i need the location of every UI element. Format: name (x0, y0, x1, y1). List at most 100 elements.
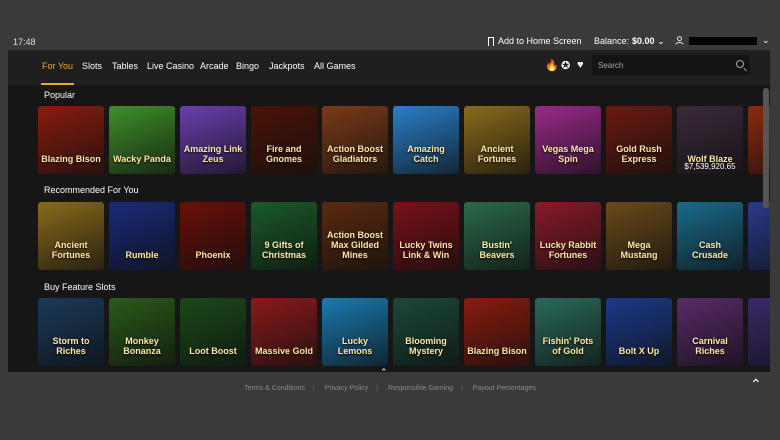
balance-value: $0.00 (632, 36, 655, 46)
search-input[interactable] (598, 59, 718, 71)
user-icon (675, 36, 684, 45)
user-menu[interactable]: ⌄ (675, 35, 770, 46)
add-to-home-screen-label: Add to Home Screen (498, 36, 582, 46)
game-title: Amazing Link Zeus (183, 144, 243, 164)
game-tile[interactable]: Carnival Riches (677, 298, 743, 366)
game-title: Blazing Bison (41, 154, 101, 164)
game-title: Action Boost Gladiators (327, 144, 383, 164)
game-title: Bustin' Beavers (479, 240, 515, 260)
game-tile[interactable]: Bustin' Beavers (464, 202, 530, 270)
game-tile[interactable]: Mega Mustang (606, 202, 672, 270)
game-row-buy-feature: Storm to Riches Monkey Bonanza Loot Boost M… (38, 298, 770, 366)
game-title: 9 Gifts of Christmas (261, 240, 306, 260)
game-tile[interactable]: Action Boost Gladiators (322, 106, 388, 174)
flame-icon[interactable]: 🔥 (545, 59, 559, 72)
game-title: Rumble (125, 250, 159, 260)
game-title: Ca (751, 346, 770, 356)
footer-link-privacy[interactable]: Privacy Policy (325, 385, 369, 392)
game-tile[interactable]: Loot Boost (180, 298, 246, 366)
game-tile[interactable]: Wolf Blaze $7,539,920.65 (677, 106, 743, 174)
game-tile[interactable]: Amazing Catch (393, 106, 459, 174)
badge-icon[interactable]: ✪ (561, 59, 570, 72)
game-tile[interactable]: Rumble (109, 202, 175, 270)
game-tile[interactable]: Blazing Bison (464, 298, 530, 366)
game-title: Blazing Bison (467, 346, 527, 356)
balance-dropdown[interactable]: Balance: $0.00 ⌄ (594, 36, 665, 47)
game-tile[interactable] (748, 202, 770, 270)
game-tile[interactable]: Massive Gold (251, 298, 317, 366)
game-row-popular: Blazing Bison Wacky Panda Amazing Link Zeu… (38, 106, 770, 174)
game-tile[interactable]: Action Boost Max Gilded Mines (322, 202, 388, 270)
game-tile[interactable]: Storm to Riches (38, 298, 104, 366)
tab-live-casino[interactable]: Live Casino (147, 61, 194, 71)
tab-slots[interactable]: Slots (82, 61, 102, 71)
game-title: Storm to Riches (52, 336, 90, 356)
game-tile[interactable]: Lucky Rabbit Fortunes (535, 202, 601, 270)
status-time: 17:48 (13, 37, 36, 47)
scrollbar-thumb[interactable] (763, 88, 769, 208)
game-title: Lucky Twins Link & Win (399, 240, 453, 260)
footer-link-payout[interactable]: Payout Percentages (473, 385, 536, 392)
collapse-chevron-icon[interactable]: ⌃ (380, 367, 388, 378)
game-title: Carnival Riches (692, 336, 728, 356)
game-tile[interactable]: 9 Gifts of Christmas (251, 202, 317, 270)
game-title: Vegas Mega Spin (542, 144, 594, 164)
section-title-buy-feature: Buy Feature Slots (44, 282, 116, 292)
game-title: Gold Rush Express (616, 144, 662, 164)
redacted-username (689, 36, 757, 45)
game-title: Cash Crusade (691, 240, 728, 260)
game-title: Phoenix (195, 250, 231, 260)
heart-icon[interactable]: ♥ (577, 59, 584, 71)
game-tile[interactable]: Ancient Fortunes (38, 202, 104, 270)
game-tile[interactable]: Bolt X Up (606, 298, 672, 366)
search-icon[interactable] (736, 60, 744, 68)
tab-bingo[interactable]: Bingo (236, 61, 259, 71)
game-tile[interactable]: Fishin' Pots of Gold (535, 298, 601, 366)
balance-label: Balance: (594, 36, 630, 46)
game-tile[interactable]: Vegas Mega Spin (535, 106, 601, 174)
tab-all-games[interactable]: All Games (314, 61, 356, 71)
game-title: Loot Boost (189, 346, 237, 356)
tab-arcade[interactable]: Arcade (200, 61, 229, 71)
game-title: Bolt X Up (618, 346, 660, 356)
game-tile[interactable]: Lucky Lemons (322, 298, 388, 366)
game-tile[interactable]: Blooming Mystery (393, 298, 459, 366)
game-tile[interactable]: Ca (748, 298, 770, 366)
chevron-down-icon: ⌄ (657, 36, 665, 46)
game-tile[interactable]: Lucky Twins Link & Win (393, 202, 459, 270)
game-title: Fire and Gnomes (265, 144, 302, 164)
game-tile[interactable]: Gold Rush Express (606, 106, 672, 174)
game-title: Massive Gold (254, 346, 314, 356)
top-bar: 17:48 Add to Home Screen Balance: $0.00 ⌄… (0, 0, 780, 50)
back-to-top-icon[interactable]: ⌃ (750, 376, 762, 393)
tab-for-you[interactable]: For You (42, 61, 73, 71)
tab-tables[interactable]: Tables (112, 61, 138, 71)
game-tile[interactable]: Wacky Panda (109, 106, 175, 174)
jackpot-amount: $7,539,920.65 (684, 162, 736, 171)
game-tile[interactable]: Monkey Bonanza (109, 298, 175, 366)
tab-jackpots[interactable]: Jackpots (269, 61, 305, 71)
section-title-recommended: Recommended For You (44, 185, 139, 195)
footer-link-terms[interactable]: Terms & Conditions (244, 385, 305, 392)
game-tile[interactable]: Blazing Bison (38, 106, 104, 174)
game-title: Fishin' Pots of Gold (542, 336, 594, 356)
footer-separator: | (376, 385, 379, 392)
game-title: Monkey Bonanza (123, 336, 161, 356)
game-tile[interactable]: Ancient Fortunes (464, 106, 530, 174)
game-title: Blooming Mystery (405, 336, 447, 356)
games-content: Popular Blazing Bison Wacky Panda Amazing … (8, 85, 770, 372)
game-tile[interactable]: Amazing Link Zeus (180, 106, 246, 174)
game-title: Action Boost Max Gilded Mines (327, 230, 383, 260)
chevron-down-icon: ⌄ (762, 35, 770, 45)
game-tile[interactable]: Cash Crusade (677, 202, 743, 270)
game-tile[interactable]: Fire and Gnomes (251, 106, 317, 174)
game-title: Ancient Fortunes (51, 240, 91, 260)
game-title: Wacky Panda (113, 154, 171, 164)
add-to-home-screen-button[interactable]: Add to Home Screen (488, 36, 582, 46)
category-nav: For You Slots Tables Live Casino Arcade … (8, 50, 770, 85)
game-tile[interactable]: Phoenix (180, 202, 246, 270)
game-title: Mega Mustang (620, 240, 658, 260)
game-row-recommended: Ancient Fortunes Rumble Phoenix 9 Gifts of … (38, 202, 770, 270)
footer-link-responsible-gaming[interactable]: Responsible Gaming (388, 385, 453, 392)
game-title: Ancient Fortunes (477, 144, 517, 164)
